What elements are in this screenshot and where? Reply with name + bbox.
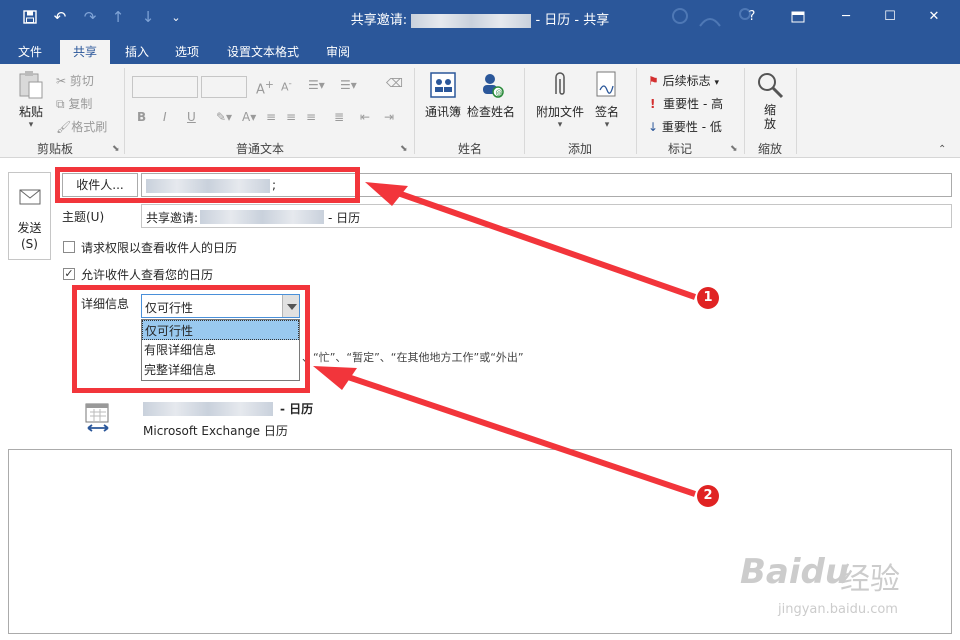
annotation-badge-1: 1 [697, 287, 719, 309]
annotation-arrow-1 [394, 189, 696, 300]
annotation-arrows [313, 182, 696, 497]
annotation-arrowhead-1 [365, 182, 408, 206]
watermark-logo-cn: 经验 [840, 562, 900, 597]
watermark-logo: Baidu [740, 552, 850, 592]
watermark-url: jingyan.baidu.com [778, 602, 898, 617]
annotation-badge-2: 2 [697, 485, 719, 507]
annotation-arrow-2 [344, 373, 696, 497]
